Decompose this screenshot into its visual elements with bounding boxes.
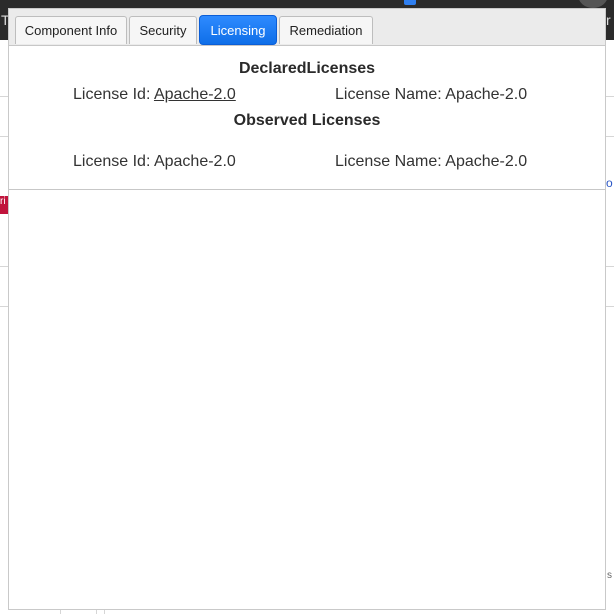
declared-license-name-label: License Name: xyxy=(335,86,446,103)
tab-component-info[interactable]: Component Info xyxy=(15,16,127,44)
background-indicator xyxy=(404,0,416,5)
tab-remediation[interactable]: Remediation xyxy=(279,16,373,44)
observed-license-name-value: Apache-2.0 xyxy=(445,153,528,170)
tab-bar: Component Info Security Licensing Remedi… xyxy=(9,9,605,46)
background-topbar-right-text: r xyxy=(606,12,611,28)
observed-license-name-label: License Name: xyxy=(335,153,446,170)
declared-license-row: License Id: Apache-2.0 License Name: Apa… xyxy=(9,86,605,106)
observed-license-id: License Id: Apache-2.0 xyxy=(73,153,236,171)
declared-license-name-value: Apache-2.0 xyxy=(445,86,528,103)
component-details-popup: Component Info Security Licensing Remedi… xyxy=(8,8,606,610)
background-link-fragment: o xyxy=(606,176,613,190)
observed-license-id-label: License Id: xyxy=(73,153,154,170)
observed-license-name: License Name: Apache-2.0 xyxy=(335,153,527,171)
declared-license-name: License Name: Apache-2.0 xyxy=(335,86,527,104)
declared-license-id-label: License Id: xyxy=(73,86,154,103)
tab-licensing[interactable]: Licensing xyxy=(199,15,277,45)
declared-license-id: License Id: Apache-2.0 xyxy=(73,86,236,104)
background-avatar xyxy=(578,0,608,8)
tab-security[interactable]: Security xyxy=(129,16,197,44)
declared-licenses-title: DeclaredLicenses xyxy=(238,60,376,77)
observed-license-row: License Id: Apache-2.0 License Name: Apa… xyxy=(9,153,605,173)
background-text-fragment: s xyxy=(607,570,612,581)
licensing-panel: DeclaredLicenses License Id: Apache-2.0 … xyxy=(9,46,605,190)
declared-license-id-link[interactable]: Apache-2.0 xyxy=(154,86,236,103)
observed-licenses-title: Observed Licenses xyxy=(233,112,381,129)
observed-license-id-value: Apache-2.0 xyxy=(153,153,236,170)
background-red-badge: ri xyxy=(0,196,8,214)
